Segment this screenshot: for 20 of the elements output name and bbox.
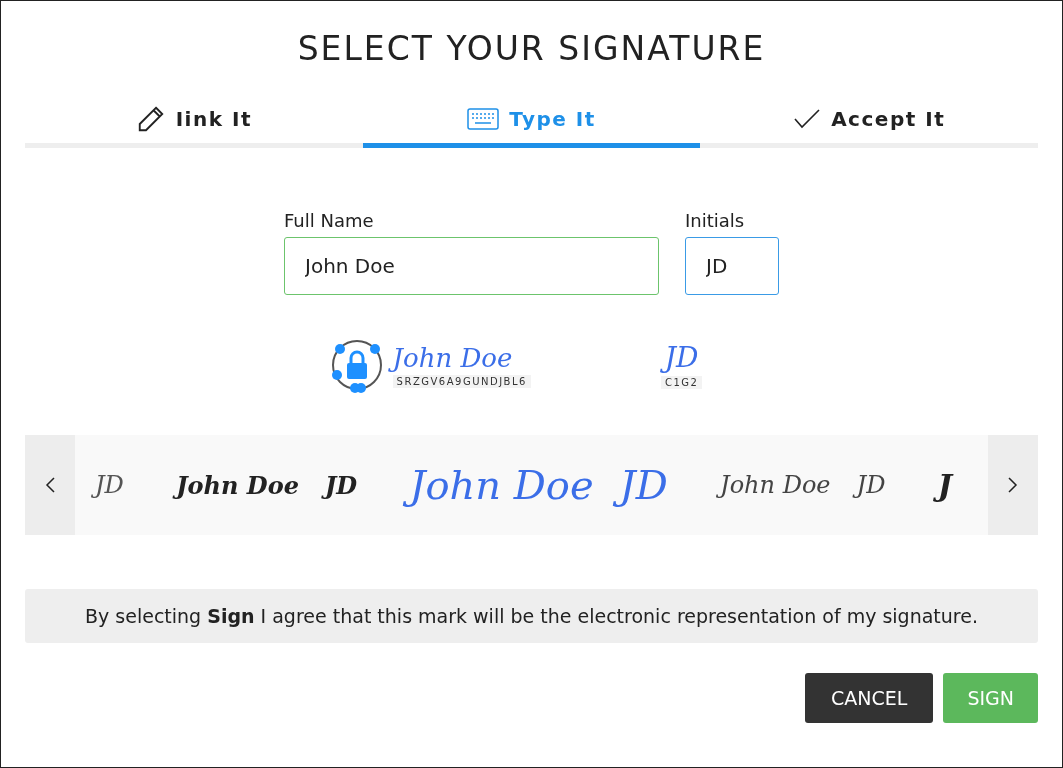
next-button[interactable] xyxy=(988,435,1038,535)
previous-button[interactable] xyxy=(25,435,75,535)
dialog-title: SELECT YOUR SIGNATURE xyxy=(296,29,767,68)
tab[interactable]: Iink It xyxy=(25,96,363,148)
chevron-left-icon xyxy=(44,476,56,494)
tab[interactable]: Accept It xyxy=(700,96,1038,148)
field-label: Initials xyxy=(685,210,746,231)
signature-style[interactable]: JD xyxy=(87,469,132,501)
consent-notice: By selecting Sign I agree that this mark will be the electronic representation of my signature. xyxy=(25,589,1038,643)
signature-style[interactable]: John Doe JD xyxy=(168,468,366,502)
check-icon xyxy=(793,108,822,130)
signature-style[interactable]: J xyxy=(929,465,960,505)
chevron-right-icon xyxy=(1007,476,1019,494)
keyboard-icon xyxy=(467,108,500,130)
signature-style[interactable]: John Doe JD xyxy=(401,460,676,510)
signature-style[interactable]: John Doe JD xyxy=(712,469,894,501)
field-label: Full Name xyxy=(284,210,375,231)
signature-code: SRZGV6A9GUNDJBL6 xyxy=(392,374,531,388)
cancel-button[interactable]: CANCEL xyxy=(805,673,934,723)
initials-code: C1G2 xyxy=(660,376,703,389)
